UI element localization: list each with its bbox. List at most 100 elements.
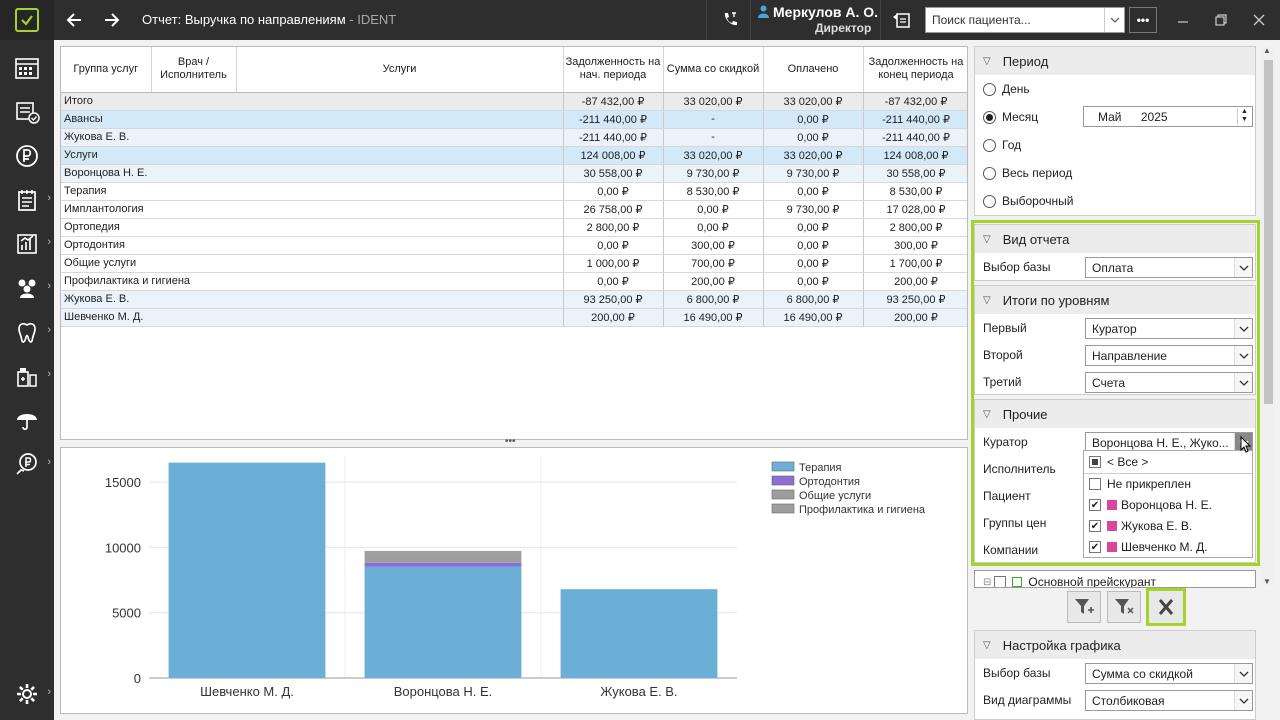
radio-button-selected[interactable] <box>983 110 996 124</box>
curator-option-all[interactable]: < Все > <box>1089 452 1148 472</box>
user-name[interactable]: Меркулов А. О. <box>773 4 878 20</box>
sidebar-item-schedule[interactable] <box>0 46 54 90</box>
level-first-label: Первый <box>983 321 1027 335</box>
sidebar-item-payments[interactable] <box>0 134 54 178</box>
radio-button[interactable] <box>983 82 996 96</box>
sidebar-item-dental[interactable]: › <box>0 310 54 354</box>
table-row[interactable]: Жукова Е. В. -211 440,00 ₽ -0,00 ₽ -211 440… <box>61 128 967 147</box>
level-first-select[interactable]: Куратор <box>1085 318 1253 339</box>
app-logo[interactable] <box>0 0 54 40</box>
level-second-label: Второй <box>983 348 1023 362</box>
chevron-down-icon[interactable] <box>1234 346 1252 365</box>
filter-panel-scrollbar[interactable]: ▲ ▼ <box>1261 46 1275 586</box>
curator-option-vorontsova[interactable]: ✔ Воронцова Н. Е. <box>1089 495 1212 515</box>
scroll-down-icon[interactable]: ▼ <box>1263 577 1271 586</box>
sidebar-item-staff[interactable]: › <box>0 266 54 310</box>
period-option-day[interactable]: День <box>983 82 1030 96</box>
column-header-sum-discount[interactable]: Сумма со скидкой <box>663 47 764 93</box>
patient-search-input[interactable]: Поиск пациента... <box>925 7 1125 33</box>
column-header-debt-start[interactable]: Задолженность на нач. периода <box>563 47 664 93</box>
remove-filter-button[interactable] <box>1107 591 1141 623</box>
back-arrow-icon[interactable] <box>60 0 88 40</box>
period-option-month[interactable]: Месяц <box>983 110 1038 124</box>
sidebar-item-insurance[interactable] <box>0 398 54 442</box>
sidebar-item-documents[interactable]: › <box>0 178 54 222</box>
table-row[interactable]: Шевченко М. Д. 200,00 ₽16 490,00 ₽16 490,… <box>61 308 967 327</box>
sidebar-item-settings[interactable]: › <box>0 672 54 716</box>
table-row[interactable]: Профилактика и гигиена 0,00 ₽200,00 ₽0,00… <box>61 272 967 291</box>
column-header-doctor[interactable]: Врач / Исполнитель <box>151 47 237 93</box>
window-title: Отчет: Выручка по направлениям - IDENT <box>142 12 396 27</box>
close-button[interactable] <box>1240 0 1278 40</box>
checkbox[interactable] <box>994 576 1007 587</box>
splitter-handle[interactable]: ••• <box>505 436 516 447</box>
pricelist-tree-item[interactable]: ⊟ Основной прейскурант <box>983 575 1156 588</box>
radio-button[interactable] <box>983 194 996 208</box>
chevron-down-icon[interactable] <box>1234 373 1252 392</box>
table-row[interactable]: Имплантология 26 758,00 ₽0,00 ₽9 730,00 ₽… <box>61 200 967 219</box>
clear-filters-button[interactable] <box>1146 588 1186 626</box>
table-row[interactable]: Итого -87 432,00 ₽33 020,00 ₽33 020,00 ₽ -… <box>61 92 967 111</box>
chevron-down-icon[interactable] <box>1104 8 1124 32</box>
forward-arrow-icon[interactable] <box>98 0 126 40</box>
chart-type-select[interactable]: Столбиковая <box>1085 690 1253 711</box>
radio-button[interactable] <box>983 166 996 180</box>
table-row[interactable]: Воронцова Н. Е. 30 558,00 ₽9 730,00 ₽9 73… <box>61 164 967 183</box>
table-row[interactable]: Жукова Е. В. 93 250,00 ₽6 800,00 ₽6 800,0… <box>61 290 967 309</box>
table-row[interactable]: Услуги 124 008,00 ₽33 020,00 ₽33 020,00 ₽… <box>61 146 967 165</box>
curator-option-zhukova[interactable]: ✔ Жукова Е. В. <box>1089 516 1192 536</box>
sidebar-item-reports[interactable]: › <box>0 222 54 266</box>
curator-option-none[interactable]: Не прикреплен <box>1089 474 1191 494</box>
report-type-header[interactable]: ▽ Вид отчета <box>975 225 1255 253</box>
cell-debt-end: -211 440,00 ₽ <box>863 110 967 129</box>
spinner-arrows-icon[interactable]: ▲ ▼ <box>1237 108 1251 125</box>
period-option-all[interactable]: Весь период <box>983 166 1072 180</box>
chevron-down-icon[interactable] <box>1234 258 1252 277</box>
scrollbar-thumb[interactable] <box>1264 60 1273 404</box>
period-option-year[interactable]: Год <box>983 138 1021 152</box>
phone-icon[interactable] <box>714 0 746 40</box>
levels-header[interactable]: ▽ Итоги по уровням <box>975 286 1255 314</box>
scroll-up-icon[interactable]: ▲ <box>1263 46 1271 55</box>
table-row[interactable]: Ортопедия 2 800,00 ₽0,00 ₽0,00 ₽2 800,00 … <box>61 218 967 237</box>
column-header-group[interactable]: Группа услуг <box>61 47 152 93</box>
period-option-custom[interactable]: Выборочный <box>983 194 1073 208</box>
radio-button[interactable] <box>983 138 996 152</box>
legend-swatch <box>771 503 795 514</box>
history-icon[interactable] <box>886 0 916 40</box>
column-header-paid[interactable]: Оплачено <box>763 47 864 93</box>
period-section-header[interactable]: ▽ Период <box>975 47 1255 75</box>
year-value: 2025 <box>1140 110 1168 124</box>
curator-option-shevchenko[interactable]: ✔ Шевченко М. Д. <box>1089 537 1208 557</box>
price-groups-label: Группы цен <box>983 516 1047 530</box>
checkbox[interactable] <box>1089 478 1101 490</box>
add-filter-button[interactable] <box>1067 591 1101 623</box>
other-header[interactable]: ▽ Прочие <box>975 400 1255 428</box>
base-select[interactable]: Оплата <box>1085 257 1253 278</box>
minimize-button[interactable] <box>1164 0 1202 40</box>
more-menu-button[interactable]: ••• <box>1129 7 1157 33</box>
checkbox-checked[interactable]: ✔ <box>1089 541 1101 553</box>
sidebar-item-warehouse[interactable]: › <box>0 354 54 398</box>
table-row[interactable]: Ортодонтия 0,00 ₽300,00 ₽0,00 ₽300,00 ₽ <box>61 236 967 255</box>
chevron-down-icon[interactable] <box>1234 319 1252 338</box>
table-row[interactable]: Авансы -211 440,00 ₽ -0,00 ₽ -211 440,00 ₽ <box>61 110 967 129</box>
table-row[interactable]: Терапия 0,00 ₽8 530,00 ₽0,00 ₽8 530,00 ₽ <box>61 182 967 201</box>
table-row[interactable]: Общие услуги 1 000,00 ₽700,00 ₽0,00 ₽1 70… <box>61 254 967 273</box>
sidebar-item-finance[interactable]: › <box>0 442 54 486</box>
level-second-select[interactable]: Направление <box>1085 345 1253 366</box>
checkbox-checked[interactable]: ✔ <box>1089 520 1101 532</box>
checkbox-indeterminate[interactable] <box>1089 456 1101 468</box>
column-header-services[interactable]: Услуги <box>236 47 564 93</box>
tree-expand-icon[interactable]: ⊟ <box>983 577 991 588</box>
chevron-down-icon[interactable] <box>1234 691 1252 710</box>
level-third-select[interactable]: Счета <box>1085 372 1253 393</box>
maximize-button[interactable] <box>1202 0 1240 40</box>
chart-settings-header[interactable]: ▽ Настройка графика <box>975 631 1255 659</box>
chart-base-select[interactable]: Сумма со скидкой <box>1085 663 1253 684</box>
chevron-down-icon[interactable] <box>1234 664 1252 683</box>
column-header-debt-end[interactable]: Задолженность на конец периода <box>863 47 967 93</box>
month-year-spinner[interactable]: Май 2025 ▲ ▼ <box>1083 106 1253 127</box>
checkbox-checked[interactable]: ✔ <box>1089 499 1101 511</box>
sidebar-item-tasks[interactable] <box>0 90 54 134</box>
